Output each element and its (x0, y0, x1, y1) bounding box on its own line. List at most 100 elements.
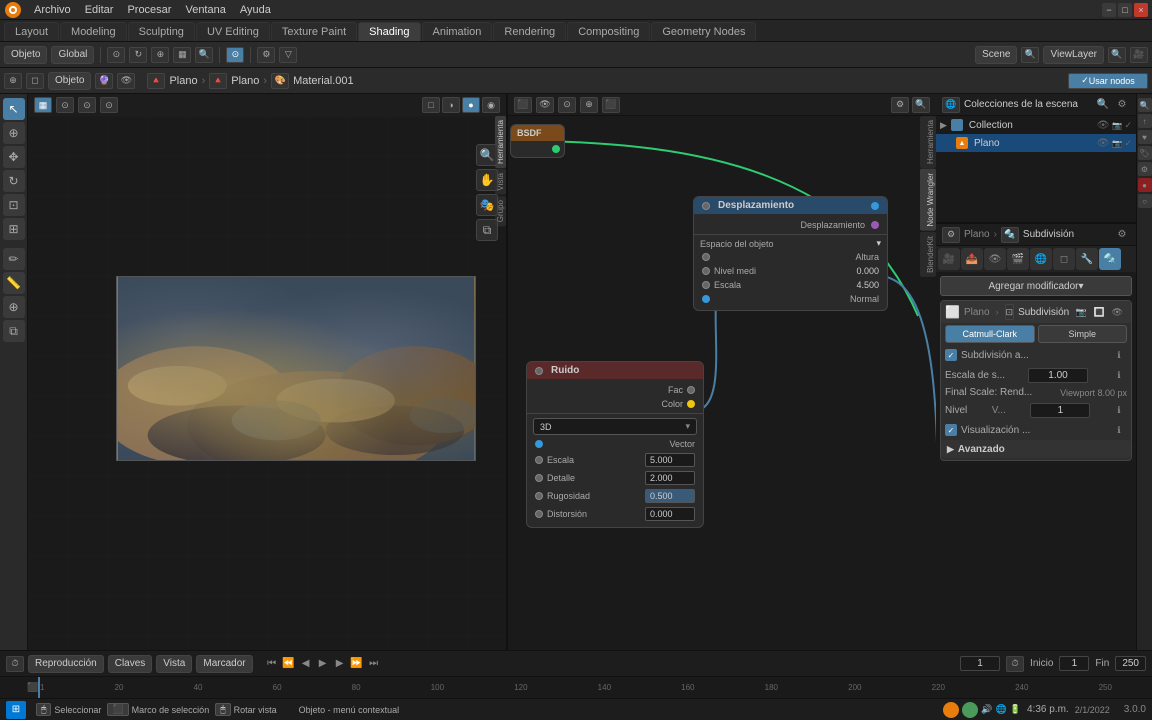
collection-visibility[interactable]: 👁 📷 ✓ (1097, 120, 1132, 131)
tl-editor-icon[interactable]: ⏱ (6, 656, 24, 672)
bk-icon-tag[interactable]: 🏷 (1138, 146, 1152, 160)
escala-value[interactable]: 1.00 (1028, 368, 1088, 383)
tab-layout[interactable]: Layout (4, 22, 59, 41)
transport-next-frame[interactable]: ▶ (333, 657, 347, 671)
close-button[interactable]: × (1134, 3, 1148, 17)
ne-shader-icon[interactable]: 🔮 (95, 73, 113, 89)
ruler-start-icon[interactable]: ⬛ (28, 682, 38, 693)
bsdf-socket-out[interactable] (552, 145, 560, 153)
outliner-filter[interactable]: 🔍 (1095, 97, 1111, 113)
visualization-info[interactable]: ℹ (1111, 422, 1127, 438)
tool-move[interactable]: ✥ (3, 146, 25, 168)
bsdf-node[interactable]: BSDF (510, 124, 565, 158)
displacement-node[interactable]: Desplazamiento Desplazamiento (693, 196, 888, 311)
disp-in-socket[interactable] (702, 202, 710, 210)
overlay-btn1[interactable]: 🔍 (476, 144, 498, 166)
noise-node[interactable]: Ruido Fac Color (526, 361, 704, 528)
noise-escala-socket[interactable] (535, 456, 543, 464)
vp-editor-type[interactable]: ▦ (34, 97, 52, 113)
viewlayer-btn[interactable]: ViewLayer (1043, 46, 1104, 64)
props-tab-output[interactable]: 📤 (961, 248, 983, 270)
disp-escala-socket[interactable] (702, 281, 710, 289)
ne-select-menu[interactable]: ⊙ (558, 97, 576, 113)
vp-viewport-shading4[interactable]: ◉ (482, 97, 500, 113)
ne-add-menu[interactable]: ⊕ (580, 97, 598, 113)
nivel-info[interactable]: ℹ (1111, 402, 1127, 418)
transform-gizmo[interactable] (408, 216, 478, 286)
ne-editor-type[interactable]: ⬛ (514, 97, 532, 113)
noise-rugosidad-socket[interactable] (535, 492, 543, 500)
catmull-clark-btn[interactable]: Catmull-Clark (945, 325, 1035, 343)
end-frame[interactable]: 250 (1115, 656, 1146, 671)
view-btn[interactable]: Vista (156, 655, 192, 673)
modifier-header[interactable]: ⬜ Plano › ⊡ Subdivisión 📷 🔳 👁 ✏ (941, 301, 1131, 323)
noise-escala-val[interactable]: 5.000 (645, 453, 695, 467)
scene-btn[interactable]: Scene (975, 46, 1017, 64)
notif-icon[interactable] (943, 702, 959, 718)
props-tab-physics[interactable]: 🔩 (1099, 248, 1121, 270)
transport-start[interactable]: ⏮ (265, 657, 279, 671)
props-tab-modifiers[interactable]: 🔧 (1076, 248, 1098, 270)
minimize-button[interactable]: − (1102, 3, 1116, 17)
tool-add[interactable]: ⊕ (3, 296, 25, 318)
transport-end[interactable]: ⏭ (367, 657, 381, 671)
vp-overlay-btn[interactable]: ⊙ (100, 97, 118, 113)
mod-eye-icon[interactable]: 👁 (1109, 304, 1125, 320)
tab-uv-editing[interactable]: UV Editing (196, 22, 270, 41)
disp-out-socket[interactable] (871, 202, 879, 210)
tab-sculpting[interactable]: Sculpting (128, 22, 195, 41)
transport-next[interactable]: ⏩ (350, 657, 364, 671)
ne-objeto-btn[interactable]: Objeto (48, 72, 91, 90)
menu-editar[interactable]: Editar (79, 2, 120, 18)
ruler-inner[interactable]: 1 20 40 60 80 100 120 140 160 180 200 22… (38, 677, 1114, 698)
header-icon1[interactable]: ⊙ (107, 47, 125, 63)
noise-distorsion-socket[interactable] (535, 510, 543, 518)
header-icon5[interactable]: 🔍 (195, 47, 213, 63)
avanzado-section[interactable]: ▶ Avanzado (941, 440, 1131, 458)
bk-icon-settings[interactable]: ⚙ (1138, 162, 1152, 176)
ne-view-icon[interactable]: 👁 (117, 73, 135, 89)
ne-use-nodes-check[interactable]: ✓ Usar nodos (1068, 73, 1148, 89)
mod-edit-icon[interactable]: ✏ (1127, 304, 1132, 320)
disp-normal-socket[interactable] (702, 295, 710, 303)
mod-render-icon[interactable]: 🔳 (1091, 304, 1107, 320)
visualization-check[interactable]: ✓ (945, 424, 957, 436)
props-mod-icon[interactable]: 🔩 (1001, 227, 1019, 243)
render-icon[interactable]: 🎥 (1130, 47, 1148, 63)
header-icon4[interactable]: ▦ (173, 47, 191, 63)
ne-herramienta-tab[interactable]: Herramienta (920, 116, 936, 168)
bk-icon-red[interactable]: ● (1138, 178, 1152, 192)
transport-play[interactable]: ▶ (316, 657, 330, 671)
tool-cursor[interactable]: ⊕ (3, 122, 25, 144)
props-tab-view[interactable]: 👁 (984, 248, 1006, 270)
node-editor[interactable]: ⬛ 👁 ⊙ ⊕ ⬛ ⚙ 🔍 (508, 94, 936, 650)
simple-btn[interactable]: Simple (1038, 325, 1128, 343)
tab-rendering[interactable]: Rendering (493, 22, 566, 41)
outliner-settings[interactable]: ⚙ (1114, 97, 1130, 113)
plano-visibility[interactable]: 👁 📷 ✓ (1097, 138, 1132, 149)
props-settings[interactable]: ⚙ (1114, 227, 1130, 243)
tool-rotate[interactable]: ↻ (3, 170, 25, 192)
disp-output-socket[interactable] (871, 221, 879, 229)
status-icon2[interactable] (962, 702, 978, 718)
scene-panel-icon[interactable]: 🌐 (942, 97, 960, 113)
tool-annotate[interactable]: ✏ (3, 248, 25, 270)
bk-icon-upload[interactable]: ↑ (1138, 114, 1152, 128)
header-icon7[interactable]: ⚙ (257, 47, 275, 63)
overlay-btn2[interactable]: ✋ (476, 169, 498, 191)
vp-options-btn[interactable]: ⊙ (78, 97, 96, 113)
header-icon2[interactable]: ↻ (129, 47, 147, 63)
viewlayer-icon[interactable]: 🔍 (1108, 47, 1126, 63)
vp-viewport-shading1[interactable]: □ (422, 97, 440, 113)
tool-select[interactable]: ↖ (3, 98, 25, 120)
viewport-3d[interactable]: ▦ ⊙ ⊙ ⊙ □ ◑ ● ◉ (28, 94, 508, 650)
header-icon6[interactable]: ⊙ (226, 47, 244, 63)
start-frame[interactable]: 1 (1059, 656, 1089, 671)
tab-animation[interactable]: Animation (422, 22, 493, 41)
keys-btn[interactable]: Claves (108, 655, 153, 673)
noise-detalle-socket[interactable] (535, 474, 543, 482)
tool-scale[interactable]: ⊡ (3, 194, 25, 216)
menu-ventana[interactable]: Ventana (179, 2, 231, 18)
tab-compositing[interactable]: Compositing (567, 22, 650, 41)
timeline-ruler[interactable]: ⬛ 1 20 40 60 80 100 120 140 160 180 200 … (0, 676, 1152, 698)
